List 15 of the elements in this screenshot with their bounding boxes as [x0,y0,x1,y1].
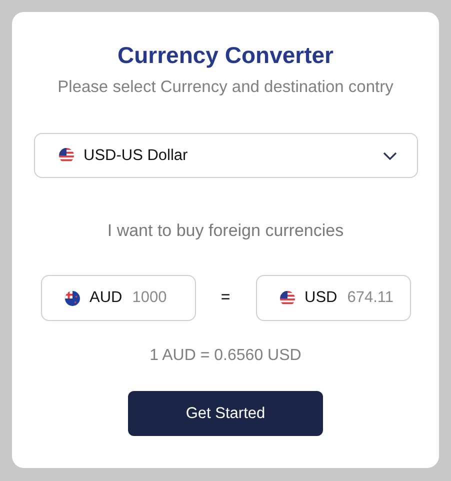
currency-code: AUD [90,289,122,307]
get-started-button[interactable]: Get Started [128,391,323,436]
subtitle: Please select Currency and destination contry [58,78,394,97]
currency-field[interactable]: USD 674.11 [256,275,410,321]
currency-code: USD [304,289,338,307]
currency-dropdown[interactable]: USD-US Dollar [34,133,418,178]
chevron-down-icon [382,152,396,160]
flag-icon [280,290,294,306]
title: Currency Converter [117,42,334,69]
flag-icon [58,148,74,163]
currency-field[interactable]: AUD 1000 [40,275,196,321]
prompt-text: I want to buy foreign currencies [107,221,344,241]
equals-sign: = [220,289,232,307]
flag-icon [64,290,80,306]
exchange-rate: 1 AUD = 0.6560 USD [150,347,302,365]
